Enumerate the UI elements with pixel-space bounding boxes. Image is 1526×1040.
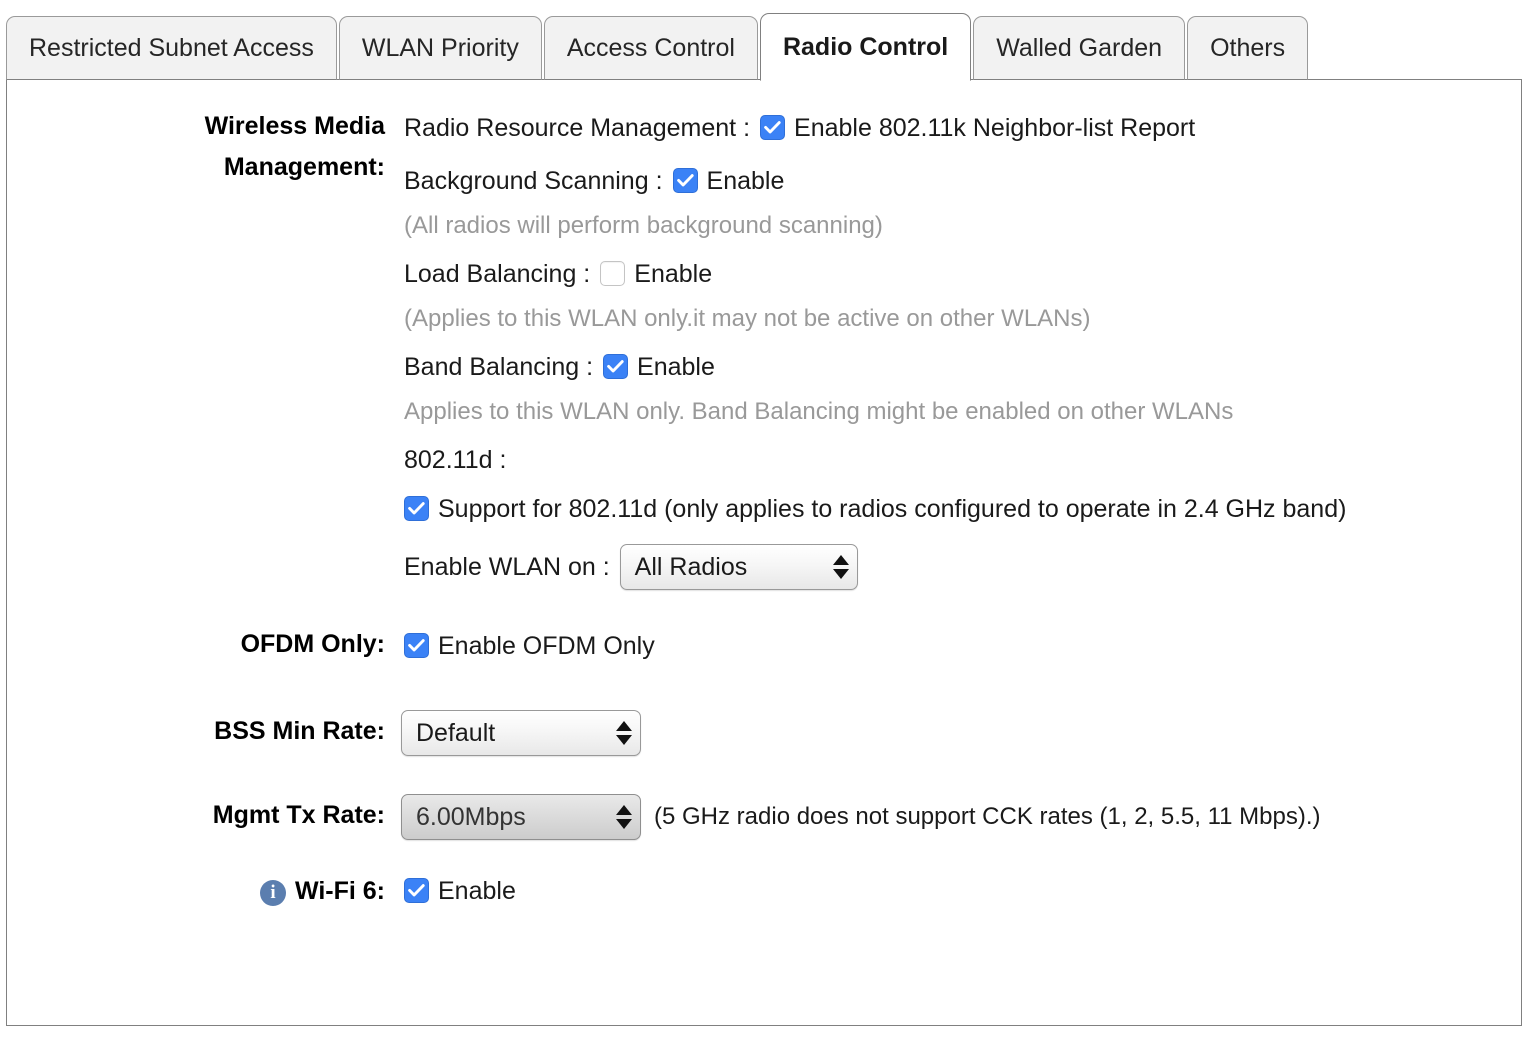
ofdm-only-label: OFDM Only: [240, 630, 385, 658]
tab-label: Access Control [566, 33, 735, 62]
dot11d-support-checkbox[interactable] [404, 496, 429, 521]
background-scanning-hint: (All radios will perform background scan… [404, 212, 883, 239]
bss-min-rate-select[interactable]: Default [401, 710, 641, 756]
tab-label: Walled Garden [996, 33, 1163, 62]
background-scanning-label: Background Scanning : [404, 167, 663, 195]
dot11d-label: 802.11d : [404, 446, 507, 474]
ofdm-only-option-label: Enable OFDM Only [438, 632, 655, 660]
tab-others[interactable]: Others [1187, 16, 1309, 80]
ofdm-only-row: Enable OFDM Only [404, 632, 1521, 661]
form-row-wireless-media-management: Wireless Media Management: Radio Resourc… [7, 114, 1521, 590]
enable-wlan-on-label: Enable WLAN on : [404, 552, 610, 581]
tab-walled-garden[interactable]: Walled Garden [973, 16, 1186, 80]
mgmt-tx-rate-value: 6.00Mbps [416, 802, 526, 831]
wifi6-label-group: i Wi-Fi 6: [7, 877, 385, 906]
ofdm-only-checkbox[interactable] [404, 633, 429, 658]
load-balancing-option-label: Enable [634, 260, 713, 288]
stepper-arrows-icon [614, 721, 632, 745]
tab-label: WLAN Priority [361, 33, 519, 62]
form-row-wifi6: i Wi-Fi 6: Enable [7, 877, 1521, 906]
mgmt-tx-rate-fields: 6.00Mbps (5 GHz radio does not support C… [385, 794, 1521, 840]
tab-bar: Restricted Subnet Access WLAN Priority A… [6, 8, 1310, 81]
radio-resource-management-option-label: Enable 802.11k Neighbor-list Report [794, 114, 1196, 142]
background-scanning-option-label: Enable [706, 167, 785, 195]
load-balancing-hint: (Applies to this WLAN only.it may not be… [404, 305, 1091, 332]
background-scanning-checkbox[interactable] [672, 168, 698, 193]
tab-label: Others [1210, 33, 1286, 62]
wifi6-label: Wi-Fi 6: [294, 877, 385, 905]
load-balancing-label: Load Balancing : [404, 260, 591, 288]
label-line-1: Wireless Media [204, 112, 385, 140]
ofdm-only-fields: Enable OFDM Only [385, 632, 1521, 661]
radio-control-form: Wireless Media Management: Radio Resourc… [7, 114, 1521, 906]
wifi6-option-label: Enable [438, 877, 516, 905]
wireless-media-management-fields: Radio Resource Management : Enable 802.1… [385, 114, 1521, 590]
dot11d-support-row: Support for 802.11d (only applies to rad… [404, 495, 1521, 524]
label-line-2: Management: [223, 153, 385, 181]
bss-min-rate-row: Default [401, 710, 1521, 756]
tab-restricted-subnet-access[interactable]: Restricted Subnet Access [6, 16, 337, 80]
background-scanning-row: Background Scanning : Enable [404, 167, 1521, 196]
bss-min-rate-fields: Default [385, 710, 1521, 756]
enable-wlan-on-row: Enable WLAN on : All Radios [404, 544, 1521, 590]
mgmt-tx-rate-select[interactable]: 6.00Mbps [401, 794, 641, 840]
tab-access-control[interactable]: Access Control [543, 16, 758, 80]
dot11d-label-row: 802.11d : [404, 446, 1521, 475]
radio-resource-management-label: Radio Resource Management : [404, 114, 751, 142]
form-row-bss-min-rate: BSS Min Rate: Default [7, 710, 1521, 756]
band-balancing-label: Band Balancing : [404, 353, 594, 381]
tab-label: Radio Control [782, 32, 949, 61]
tab-radio-control[interactable]: Radio Control [759, 13, 972, 81]
info-icon[interactable]: i [259, 879, 286, 906]
enable-wlan-on-select[interactable]: All Radios [619, 544, 858, 590]
band-balancing-hint: Applies to this WLAN only. Band Balancin… [404, 398, 1234, 425]
radio-resource-management-checkbox[interactable] [760, 115, 786, 140]
enable-wlan-on-value: All Radios [634, 552, 748, 581]
wifi6-row: Enable [404, 877, 1521, 906]
wifi6-fields: Enable [385, 877, 1521, 906]
load-balancing-checkbox[interactable] [600, 261, 626, 286]
mgmt-tx-rate-label: Mgmt Tx Rate: [212, 801, 385, 829]
form-row-ofdm-only: OFDM Only: Enable OFDM Only [7, 632, 1521, 661]
load-balancing-row: Load Balancing : Enable [404, 260, 1521, 289]
form-row-mgmt-tx-rate: Mgmt Tx Rate: 6.00Mbps (5 GHz radio does… [7, 794, 1521, 840]
band-balancing-checkbox[interactable] [603, 354, 629, 379]
band-balancing-option-label: Enable [637, 353, 715, 381]
bss-min-rate-label: BSS Min Rate: [214, 717, 385, 745]
tab-label: Restricted Subnet Access [29, 33, 314, 62]
stepper-arrows-icon [614, 805, 632, 829]
wireless-media-management-label: Wireless Media Management: [7, 114, 385, 180]
bss-min-rate-value: Default [416, 718, 496, 747]
dot11d-support-option-label: Support for 802.11d (only applies to rad… [438, 495, 1347, 523]
radio-resource-management-row: Radio Resource Management : Enable 802.1… [404, 114, 1521, 143]
radio-control-panel: Wireless Media Management: Radio Resourc… [6, 79, 1522, 1026]
stepper-arrows-icon [831, 555, 849, 579]
mgmt-tx-rate-row: 6.00Mbps (5 GHz radio does not support C… [401, 794, 1521, 840]
band-balancing-row: Band Balancing : Enable [404, 353, 1521, 382]
mgmt-tx-rate-note: (5 GHz radio does not support CCK rates … [654, 803, 1321, 830]
wifi6-checkbox[interactable] [404, 878, 429, 903]
tab-wlan-priority[interactable]: WLAN Priority [338, 16, 542, 80]
